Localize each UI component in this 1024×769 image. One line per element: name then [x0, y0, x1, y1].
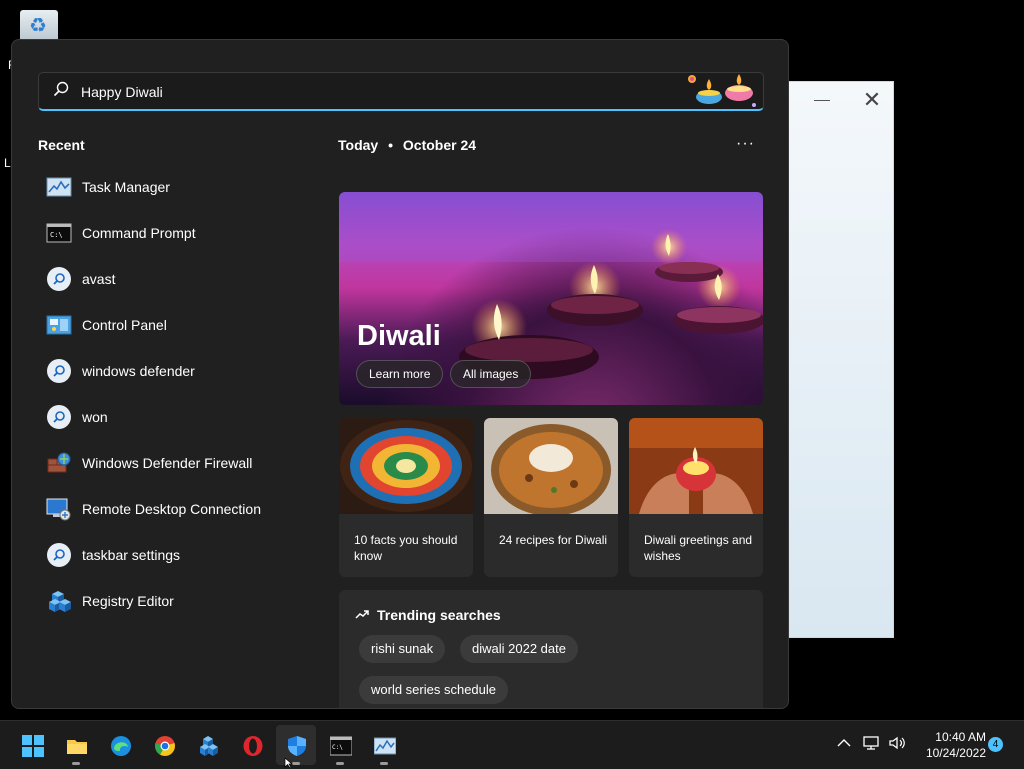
taskbar-chrome[interactable]	[144, 725, 184, 765]
card-caption: Diwali greetings and wishes	[644, 533, 753, 563]
trending-chip[interactable]: world series schedule	[359, 676, 509, 704]
trending-up-icon	[355, 610, 369, 619]
edge-icon	[111, 736, 131, 756]
recent-item-registry-editor[interactable]: Registry Editor	[46, 578, 316, 624]
search-box[interactable]	[38, 72, 764, 111]
volume-icon[interactable]	[888, 735, 906, 753]
recent-item-won[interactable]: won	[46, 394, 316, 440]
recent-item-windows-defender[interactable]: windows defender	[46, 348, 316, 394]
minimize-icon[interactable]	[814, 100, 830, 101]
notification-badge[interactable]: 4	[988, 737, 1003, 752]
recent-title: Recent	[38, 137, 85, 153]
diwali-hero-card[interactable]: Diwali Learn more All images	[339, 192, 763, 405]
card-caption: 10 facts you should know	[354, 533, 458, 563]
remote-desktop-icon	[46, 498, 71, 521]
recent-item-taskbar-settings[interactable]: taskbar settings	[46, 532, 316, 578]
trending-chip[interactable]: rishi sunak	[359, 635, 446, 663]
chevron-up-icon[interactable]	[836, 735, 854, 753]
recent-item-label: avast	[82, 271, 116, 287]
search-icon	[47, 267, 71, 291]
registry-editor-icon	[49, 591, 71, 612]
search-icon	[47, 543, 71, 567]
diwali-doodle-icon	[688, 74, 756, 107]
recent-item-remote-desktop[interactable]: Remote Desktop Connection	[46, 486, 316, 532]
card-caption: 24 recipes for Diwali	[499, 533, 608, 547]
start-icon	[22, 735, 44, 757]
more-options-button[interactable]: ···	[736, 135, 755, 153]
file-explorer-icon	[67, 740, 87, 754]
recent-item-label: taskbar settings	[82, 547, 181, 563]
taskbar-windows-security[interactable]	[276, 725, 316, 765]
recent-list: Task Manager C:\ Command Prompt avast Co…	[46, 164, 316, 624]
control-panel-icon	[46, 315, 72, 335]
recent-item-task-manager[interactable]: Task Manager	[46, 164, 316, 210]
all-images-button[interactable]: All images	[450, 360, 532, 388]
background-window[interactable]: ✕	[787, 81, 894, 638]
recent-item-firewall[interactable]: Windows Defender Firewall	[46, 440, 316, 486]
today-label: Today	[338, 137, 379, 153]
close-icon[interactable]: ✕	[862, 89, 882, 111]
mouse-cursor-icon	[284, 758, 293, 768]
taskbar-command-prompt[interactable]: C:\	[320, 725, 360, 765]
system-clock[interactable]: 10:40 AM 10/24/2022	[912, 729, 986, 761]
today-header: Today • October 24	[338, 137, 476, 153]
recent-item-label: Registry Editor	[82, 593, 174, 609]
trending-chip[interactable]: diwali 2022 date	[460, 635, 578, 663]
windows-security-icon	[288, 736, 306, 756]
recent-item-control-panel[interactable]: Control Panel	[46, 302, 316, 348]
trending-searches-panel: Trending searches rishi sunak diwali 202…	[339, 590, 763, 708]
taskbar-opera[interactable]	[232, 725, 272, 765]
chrome-icon	[155, 736, 175, 756]
opera-icon	[243, 736, 263, 756]
recent-item-label: Windows Defender Firewall	[82, 455, 253, 471]
learn-more-button[interactable]: Learn more	[356, 360, 444, 388]
taskbar-file-explorer[interactable]	[56, 725, 96, 765]
card-diwali-recipes[interactable]: 24 recipes for Diwali	[484, 418, 618, 577]
clock-date: 10/24/2022	[925, 746, 986, 760]
taskbar-task-manager[interactable]	[364, 725, 404, 765]
search-icon	[53, 81, 69, 97]
card-diwali-facts[interactable]: 10 facts you should know	[339, 418, 473, 577]
search-flyout: Recent Task Manager C:\ Command Prompt a…	[11, 39, 789, 709]
search-input[interactable]	[79, 78, 643, 106]
today-date: October 24	[402, 137, 477, 153]
registry-editor-icon	[200, 736, 218, 756]
search-icon	[47, 405, 71, 429]
recent-item-label: won	[82, 409, 108, 425]
recent-item-label: Command Prompt	[82, 225, 196, 241]
hands-diya-image	[629, 418, 763, 514]
svg-text:C:\: C:\	[332, 744, 343, 751]
rangoli-image	[339, 418, 473, 514]
today-separator: •	[388, 137, 393, 153]
recent-item-label: Remote Desktop Connection	[82, 501, 261, 517]
task-manager-icon	[374, 737, 396, 755]
taskbar-edge[interactable]	[100, 725, 140, 765]
recent-item-avast[interactable]: avast	[46, 256, 316, 302]
clock-time: 10:40 AM	[935, 730, 986, 744]
search-icon	[47, 359, 71, 383]
command-prompt-icon: C:\	[330, 736, 352, 756]
svg-text:C:\: C:\	[50, 231, 63, 239]
firewall-icon	[47, 452, 71, 473]
start-button[interactable]	[12, 725, 52, 765]
food-bowl-image	[484, 418, 618, 516]
card-diwali-greetings[interactable]: Diwali greetings and wishes	[629, 418, 763, 577]
recent-item-label: Control Panel	[82, 317, 167, 333]
hero-title: Diwali	[357, 320, 441, 352]
network-icon[interactable]	[862, 735, 880, 753]
command-prompt-icon: C:\	[46, 223, 72, 243]
recent-item-label: Task Manager	[82, 179, 170, 195]
recent-item-command-prompt[interactable]: C:\ Command Prompt	[46, 210, 316, 256]
recent-item-label: windows defender	[82, 363, 195, 379]
taskbar-registry-editor[interactable]	[188, 725, 228, 765]
task-manager-icon	[46, 177, 72, 197]
taskbar: C:\ 10:40 AM 10/24/2022 4	[0, 720, 1024, 769]
trending-title: Trending searches	[377, 607, 501, 623]
